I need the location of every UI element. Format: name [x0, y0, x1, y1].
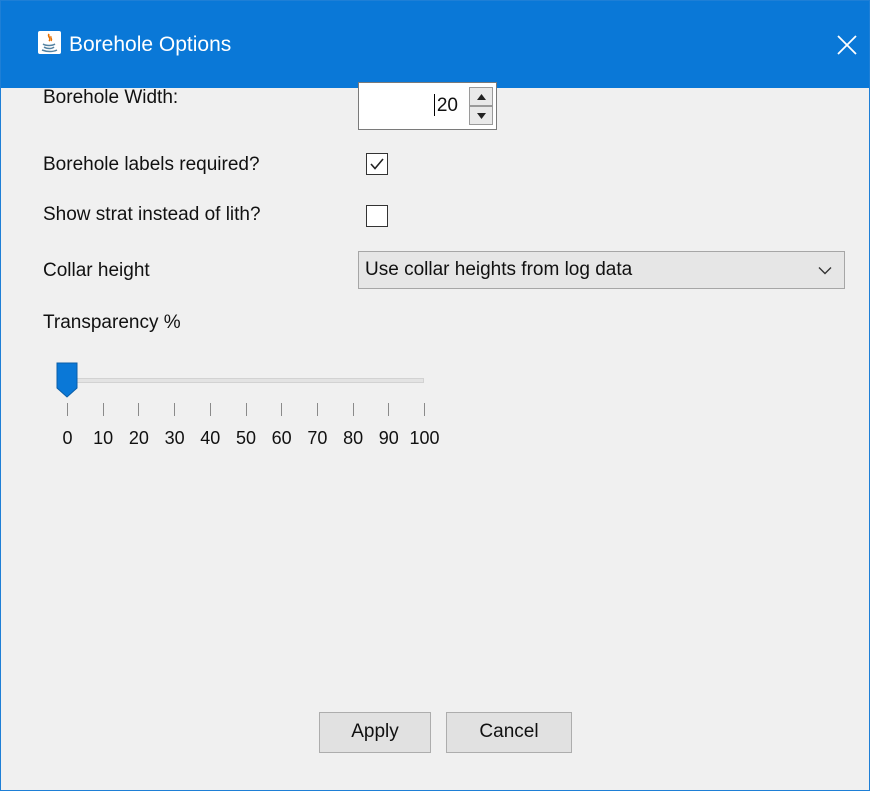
slider-tick-label: 30 — [164, 428, 185, 448]
apply-button[interactable]: Apply — [319, 712, 431, 753]
slider-tick — [388, 403, 390, 416]
spinner-decrement-button[interactable] — [469, 106, 493, 125]
labels-required-checkbox[interactable] — [366, 153, 388, 175]
slider-tick — [67, 403, 68, 416]
slider-tick — [102, 403, 104, 416]
spinner-increment-button[interactable] — [469, 87, 493, 106]
collar-height-dropdown[interactable]: Use collar heights from log data — [358, 251, 845, 289]
show-strat-checkbox[interactable] — [366, 205, 388, 227]
slider-tick-label: 10 — [93, 428, 114, 448]
slider-tick-label: 0 — [62, 428, 73, 448]
slider-tick — [424, 403, 425, 416]
show-strat-label: Show strat instead of lith? — [43, 204, 261, 225]
text-caret — [434, 94, 435, 116]
slider-tick-label: 40 — [200, 428, 221, 448]
close-icon — [837, 35, 857, 55]
transparency-label: Transparency % — [43, 312, 181, 333]
slider-tick — [316, 403, 318, 416]
slider-tick-label: 80 — [343, 428, 364, 448]
java-app-icon — [38, 31, 61, 54]
slider-track[interactable] — [67, 378, 424, 383]
slider-tick-label: 70 — [307, 428, 328, 448]
collar-height-label: Collar height — [43, 260, 150, 281]
close-button[interactable] — [827, 25, 867, 65]
slider-tick — [174, 403, 176, 416]
slider-tick — [281, 403, 283, 416]
slider-tick — [209, 403, 211, 416]
slider-tick — [138, 403, 140, 416]
labels-required-label: Borehole labels required? — [43, 154, 260, 175]
slider-tick-label: 90 — [378, 428, 399, 448]
chevron-down-icon — [818, 267, 832, 275]
spin-down-icon — [477, 113, 486, 119]
borehole-width-value[interactable]: 20 — [437, 94, 458, 118]
slider-tick-label: 20 — [128, 428, 149, 448]
cancel-button[interactable]: Cancel — [446, 712, 572, 753]
borehole-width-label: Borehole Width: — [43, 87, 179, 108]
slider-tick — [352, 403, 354, 416]
slider-tick-label: 50 — [235, 428, 257, 448]
slider-thumb[interactable] — [56, 362, 78, 398]
collar-height-selected: Use collar heights from log data — [365, 259, 633, 280]
slider-tick-label: 60 — [271, 428, 292, 448]
borehole-options-dialog: Borehole Options Borehole Width: 20 Bore… — [0, 0, 870, 791]
window-title: Borehole Options — [69, 33, 232, 56]
slider-tick — [245, 403, 247, 416]
checkmark-icon — [370, 158, 384, 170]
transparency-slider[interactable]: 0 10 20 30 40 50 60 70 80 90 100 — [51, 356, 440, 451]
spin-up-icon — [477, 94, 486, 100]
slider-tick-label: 100 — [409, 428, 440, 448]
title-bar[interactable]: Borehole Options — [1, 1, 869, 88]
